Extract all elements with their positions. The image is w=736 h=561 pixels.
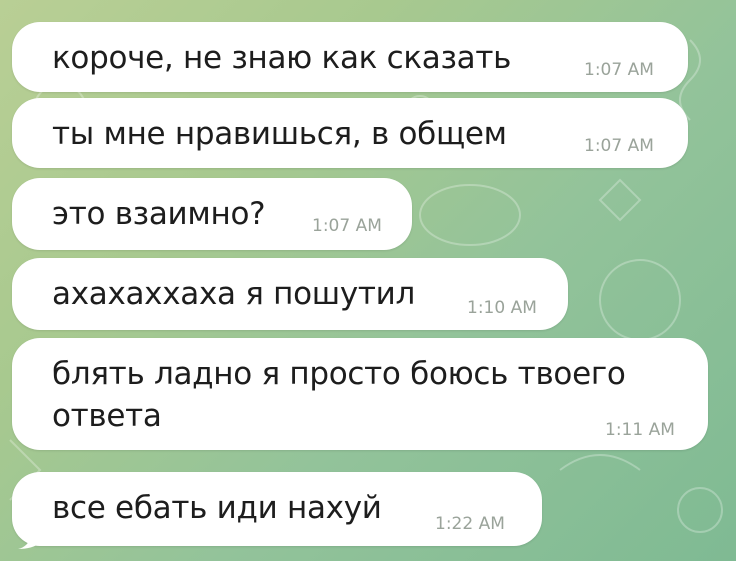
message-time: 1:10 AM <box>467 298 537 318</box>
message-text-line-1: блять ладно я просто боюсь твоего <box>52 356 626 392</box>
message-text: все ебать иди нахуй <box>52 490 382 526</box>
message-bubble[interactable]: это взаимно? 1:07 AM <box>12 178 412 250</box>
message-list: короче, не знаю как сказать 1:07 AM ты м… <box>0 0 736 561</box>
message-text: ахахаххаха я пошутил <box>52 276 416 312</box>
message-text: это взаимно? <box>52 196 266 232</box>
message-time: 1:07 AM <box>312 216 382 236</box>
message-bubble[interactable]: ты мне нравишься, в общем 1:07 AM <box>12 98 688 168</box>
message-time: 1:22 AM <box>435 514 505 534</box>
message-bubble[interactable]: короче, не знаю как сказать 1:07 AM <box>12 22 688 92</box>
message-bubble[interactable]: блять ладно я просто боюсь твоего ответа… <box>12 338 708 450</box>
message-time: 1:07 AM <box>584 136 654 156</box>
message-text: короче, не знаю как сказать <box>52 40 512 76</box>
message-text-line-2: ответа <box>52 398 162 434</box>
message-time: 1:07 AM <box>584 60 654 80</box>
watermark: КАВЕЧ <box>30 522 100 543</box>
message-text: ты мне нравишься, в общем <box>52 116 507 152</box>
message-time: 1:11 AM <box>605 420 675 440</box>
message-bubble[interactable]: ахахаххаха я пошутил 1:10 AM <box>12 258 568 330</box>
